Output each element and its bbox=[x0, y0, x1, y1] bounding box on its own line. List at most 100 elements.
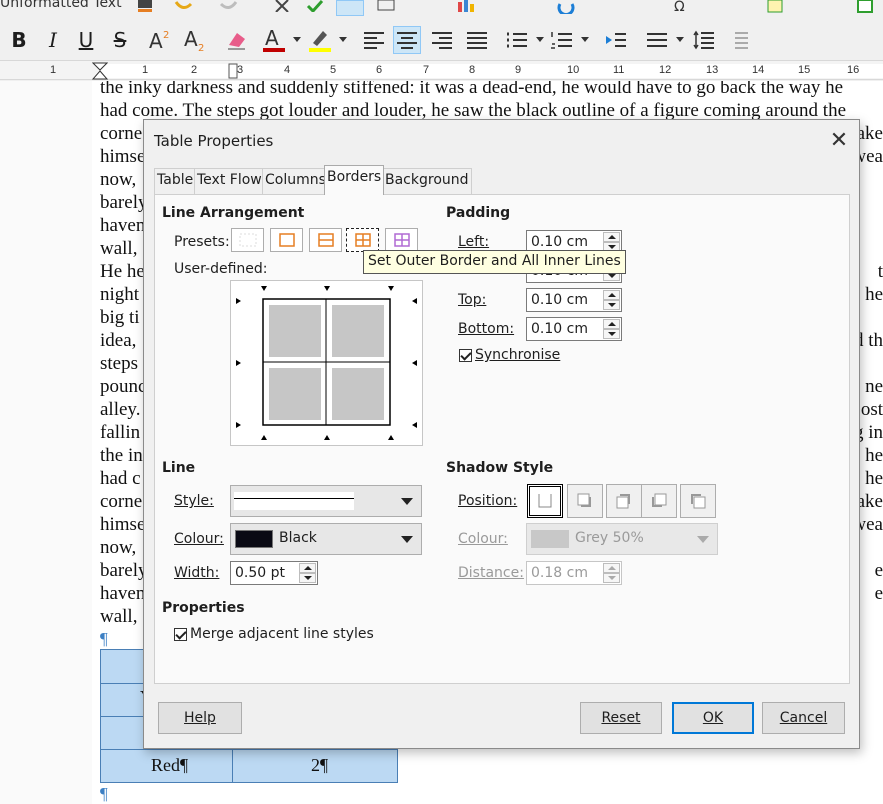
document-text-fragment[interactable]: now, bbox=[100, 537, 136, 559]
document-text-fragment[interactable]: himse bbox=[100, 146, 145, 168]
shadow-none-button[interactable] bbox=[527, 484, 563, 518]
document-text-fragment[interactable]: e bbox=[875, 583, 883, 605]
line-spacing-dropdown-icon[interactable] bbox=[676, 37, 684, 42]
preset-inner-only[interactable] bbox=[385, 228, 418, 252]
document-text-fragment[interactable]: barely bbox=[100, 560, 147, 582]
user-defined-border-editor[interactable] bbox=[230, 280, 423, 446]
insert-table-icon[interactable] bbox=[376, 0, 396, 12]
highlight-color-icon[interactable] bbox=[306, 26, 334, 54]
align-right-icon[interactable] bbox=[428, 26, 456, 54]
font-color-dropdown-icon[interactable] bbox=[293, 37, 301, 42]
preset-outer-border[interactable] bbox=[270, 228, 303, 252]
shadow-top-right-button[interactable] bbox=[606, 484, 642, 518]
document-text-fragment[interactable]: night bbox=[100, 284, 139, 306]
align-left-icon[interactable] bbox=[360, 26, 388, 54]
document-text-fragment[interactable]: ake bbox=[857, 123, 883, 145]
ordered-list-dropdown-icon[interactable] bbox=[581, 37, 589, 42]
preset-outer-all-inner[interactable] bbox=[346, 228, 379, 252]
shadow-distance-spinbox[interactable]: 0.18 cm bbox=[526, 561, 622, 585]
document-text-fragment[interactable]: himse bbox=[100, 514, 145, 536]
spin-up-icon[interactable] bbox=[299, 563, 316, 573]
refresh-icon[interactable] bbox=[556, 0, 576, 14]
document-text-fragment[interactable]: he bbox=[865, 445, 883, 467]
document-text-fragment[interactable]: pounc bbox=[100, 376, 146, 398]
document-text-fragment[interactable]: He he bbox=[100, 261, 145, 283]
tab-columns[interactable]: Columns bbox=[262, 168, 329, 194]
document-text-fragment[interactable]: now, bbox=[100, 169, 136, 191]
clone-formatting-icon[interactable] bbox=[135, 0, 155, 14]
document-text-fragment[interactable]: corne bbox=[100, 123, 142, 145]
document-text-fragment[interactable]: had c bbox=[100, 468, 141, 490]
shadow-bottom-left-button[interactable] bbox=[641, 484, 677, 518]
insert-comment-icon[interactable] bbox=[765, 0, 787, 14]
padding-bottom-value[interactable]: 0.10 cm bbox=[531, 321, 588, 337]
padding-top-spinbox[interactable]: 0.10 cm bbox=[526, 288, 622, 312]
table-cell[interactable]: Red¶ bbox=[151, 755, 188, 776]
reset-button[interactable]: Reset bbox=[580, 702, 662, 734]
ordered-list-icon[interactable] bbox=[548, 26, 576, 54]
shadow-bottom-right-button[interactable] bbox=[567, 484, 603, 518]
strikethrough-icon[interactable]: S bbox=[106, 26, 134, 54]
document-text-fragment[interactable]: wall, bbox=[100, 238, 137, 260]
paragraph-spacing-icon[interactable] bbox=[690, 26, 718, 54]
bold-icon[interactable]: B bbox=[5, 26, 33, 54]
chevron-down-icon[interactable] bbox=[401, 498, 413, 505]
synchronise-checkbox[interactable] bbox=[459, 349, 472, 362]
clear-formatting-icon[interactable] bbox=[223, 26, 251, 54]
shadow-distance-value[interactable]: 0.18 cm bbox=[531, 565, 588, 581]
help-button[interactable]: Help bbox=[158, 702, 242, 734]
document-text-fragment[interactable]: t bbox=[878, 261, 883, 283]
chevron-down-icon[interactable] bbox=[401, 536, 413, 543]
align-center-icon[interactable] bbox=[393, 26, 421, 54]
document-text-fragment[interactable]: ost bbox=[861, 399, 883, 421]
unordered-list-dropdown-icon[interactable] bbox=[536, 37, 544, 42]
chevron-down-icon[interactable] bbox=[697, 536, 709, 543]
horizontal-ruler[interactable]: 1 1 2 3 4 5 6 7 8 9 10 11 12 13 14 15 16 bbox=[0, 60, 883, 80]
line-style-combo[interactable] bbox=[230, 485, 422, 517]
document-text-fragment[interactable]: haven bbox=[100, 215, 145, 237]
subscript-icon[interactable]: A2 bbox=[181, 26, 209, 54]
superscript-icon[interactable]: A2 bbox=[146, 26, 174, 54]
undo-icon[interactable] bbox=[172, 0, 194, 12]
highlight-dropdown-icon[interactable] bbox=[339, 37, 347, 42]
cut-icon[interactable] bbox=[272, 0, 292, 12]
line-width-spinbox[interactable]: 0.50 pt bbox=[230, 561, 318, 585]
document-text-fragment[interactable]: alley. bbox=[100, 399, 140, 421]
document-text-fragment[interactable]: the in bbox=[100, 445, 143, 467]
redo-icon[interactable] bbox=[218, 0, 240, 12]
document-text-fragment[interactable]: ake bbox=[857, 491, 883, 513]
track-changes-icon[interactable] bbox=[855, 0, 877, 14]
underline-icon[interactable]: U bbox=[72, 26, 100, 54]
padding-top-value[interactable]: 0.10 cm bbox=[531, 292, 588, 308]
preset-outer-horizontal[interactable] bbox=[309, 228, 342, 252]
tab-table[interactable]: Table bbox=[154, 168, 197, 194]
line-colour-combo[interactable]: Black bbox=[230, 523, 422, 555]
tab-borders[interactable]: Borders bbox=[324, 165, 385, 195]
close-icon[interactable]: ✕ bbox=[826, 128, 852, 154]
tab-background[interactable]: Background bbox=[382, 168, 472, 194]
shadow-colour-combo[interactable]: Grey 50% bbox=[526, 523, 718, 555]
document-text-fragment[interactable]: ne bbox=[865, 376, 883, 398]
document-text-fragment[interactable]: he bbox=[865, 468, 883, 490]
spin-down-icon[interactable] bbox=[603, 329, 620, 339]
tab-text-flow[interactable]: Text Flow bbox=[194, 168, 265, 194]
document-text-fragment[interactable]: he bbox=[865, 284, 883, 306]
table-cell[interactable]: 2¶ bbox=[311, 755, 328, 776]
formatting-marks-button[interactable] bbox=[336, 0, 364, 16]
indent-marker-icon[interactable] bbox=[92, 62, 108, 80]
document-text-fragment[interactable]: big ti bbox=[100, 307, 140, 329]
spin-down-icon[interactable] bbox=[603, 300, 620, 310]
document-text-fragment[interactable]: steps bbox=[100, 353, 138, 375]
padding-left-value[interactable]: 0.10 cm bbox=[531, 234, 588, 250]
line-spacing-icon[interactable] bbox=[643, 26, 671, 54]
spin-down-icon[interactable] bbox=[603, 573, 620, 583]
justify-icon[interactable] bbox=[463, 26, 491, 54]
document-text-fragment[interactable]: corne bbox=[100, 491, 142, 513]
document-text-fragment[interactable]: idea, bbox=[100, 330, 136, 352]
preset-no-borders[interactable] bbox=[231, 228, 264, 252]
italic-icon[interactable]: I bbox=[39, 26, 67, 54]
spin-up-icon[interactable] bbox=[603, 232, 620, 242]
spellcheck-icon[interactable] bbox=[305, 0, 325, 12]
ok-button[interactable]: OK bbox=[672, 702, 754, 734]
line-width-value[interactable]: 0.50 pt bbox=[235, 565, 285, 581]
